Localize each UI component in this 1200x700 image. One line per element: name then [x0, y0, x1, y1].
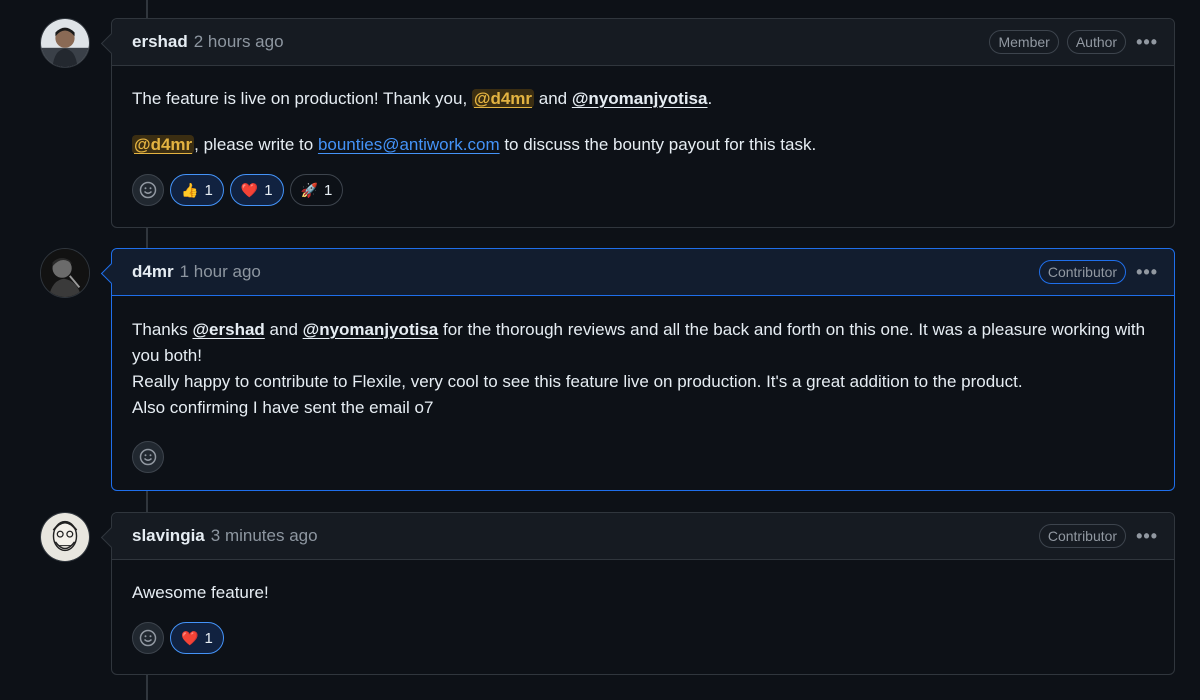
comment-body: Thanks @ershad and @nyomanjyotisa for th… [112, 296, 1174, 421]
reactions-bar: ❤️ 1 [112, 622, 1174, 670]
comment-body: The feature is live on production! Thank… [112, 66, 1174, 158]
avatar[interactable] [40, 512, 90, 562]
contributor-badge: Contributor [1038, 260, 1127, 284]
reaction-thumbs-up[interactable]: 👍 1 [170, 174, 224, 206]
comment-timestamp[interactable]: 1 hour ago [180, 262, 261, 282]
user-mention[interactable]: @d4mr [132, 135, 195, 154]
email-link[interactable]: bounties@antiwork.com [318, 135, 500, 154]
smiley-icon [139, 629, 157, 647]
author-name[interactable]: ershad [132, 32, 188, 52]
comment-card: ershad 2 hours ago Member Author ••• The… [100, 18, 1175, 228]
add-reaction-button[interactable] [132, 174, 164, 206]
user-mention[interactable]: @ershad [192, 320, 264, 339]
d4mr-avatar-image [41, 249, 89, 297]
author-name[interactable]: d4mr [132, 262, 174, 282]
thumbs-up-icon: 👍 [181, 181, 199, 198]
reaction-heart[interactable]: ❤️ 1 [170, 622, 224, 654]
more-options-icon[interactable]: ••• [1136, 262, 1158, 283]
comment-header: d4mr 1 hour ago Contributor ••• [112, 249, 1174, 296]
comment-timestamp[interactable]: 2 hours ago [194, 32, 284, 52]
comment-header: ershad 2 hours ago Member Author ••• [112, 19, 1174, 66]
user-mention[interactable]: @nyomanjyotisa [572, 89, 708, 108]
comment-card: slavingia 3 minutes ago Contributor ••• … [100, 512, 1175, 675]
heart-icon: ❤️ [240, 181, 259, 198]
ershad-avatar-image [41, 19, 89, 67]
reaction-heart[interactable]: ❤️ 1 [229, 174, 284, 206]
smiley-icon [139, 181, 157, 199]
comment-paragraph: Awesome feature! [132, 583, 269, 602]
avatar[interactable] [40, 18, 90, 68]
add-reaction-button[interactable] [132, 622, 164, 654]
comment-paragraph: The feature is live on production! Thank… [132, 89, 713, 108]
slavingia-avatar-image [41, 513, 89, 561]
avatar[interactable] [40, 248, 90, 298]
add-reaction-button[interactable] [132, 441, 164, 473]
contributor-badge: Contributor [1038, 524, 1127, 548]
more-options-icon[interactable]: ••• [1136, 32, 1158, 53]
timeline-line [146, 675, 148, 700]
more-options-icon[interactable]: ••• [1136, 526, 1158, 547]
comment-card: d4mr 1 hour ago Contributor ••• Thanks @… [100, 248, 1175, 491]
author-badge: Author [1066, 30, 1127, 54]
comment-header: slavingia 3 minutes ago Contributor ••• [112, 513, 1174, 560]
heart-icon: ❤️ [181, 629, 199, 646]
rocket-icon: 🚀 [300, 181, 318, 198]
reactions-bar: 👍 1 ❤️ 1 🚀 1 [112, 170, 1174, 222]
author-name[interactable]: slavingia [132, 526, 205, 546]
reaction-rocket[interactable]: 🚀 1 [289, 174, 344, 206]
reactions-bar [112, 421, 1174, 489]
user-mention[interactable]: @nyomanjyotisa [303, 320, 439, 339]
timeline-line [146, 491, 148, 512]
user-mention[interactable]: @d4mr [471, 89, 535, 108]
comment-body: Awesome feature! [112, 560, 1174, 606]
member-badge: Member [989, 30, 1059, 54]
timeline-line [146, 0, 148, 18]
comment-paragraph: @d4mr, please write to bounties@antiwork… [132, 135, 817, 154]
comment-paragraph: Thanks @ershad and @nyomanjyotisa for th… [132, 320, 1146, 417]
timeline-line [146, 228, 148, 248]
smiley-icon [139, 448, 157, 466]
comment-timestamp[interactable]: 3 minutes ago [211, 526, 318, 546]
